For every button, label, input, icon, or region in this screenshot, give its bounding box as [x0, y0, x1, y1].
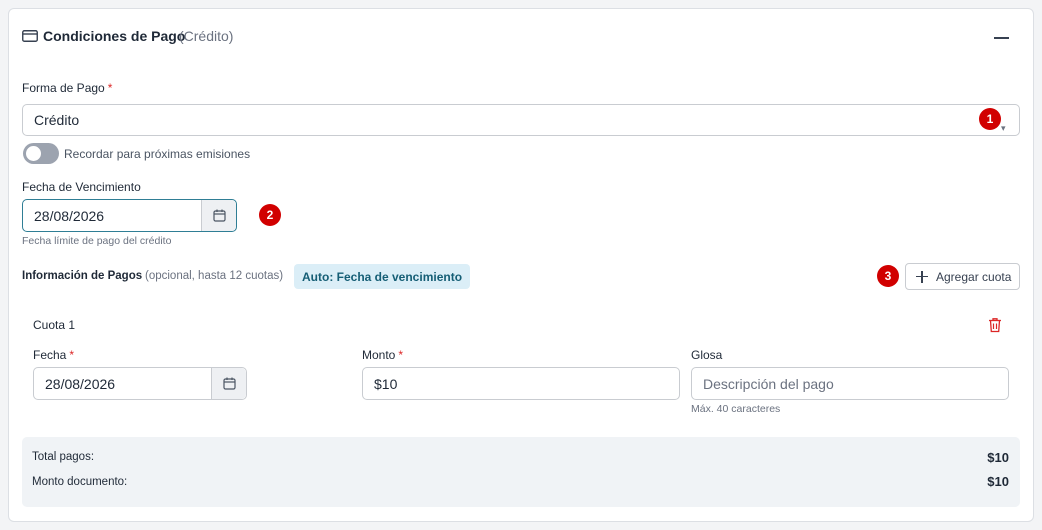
calendar-button[interactable]: [201, 200, 236, 231]
payment-conditions-card: Condiciones de Pago (Crédito) Forma de P…: [8, 8, 1034, 522]
remember-label: Recordar para próximas emisiones: [64, 147, 251, 161]
trash-icon[interactable]: [988, 317, 1002, 333]
vencimiento-date-input[interactable]: 28/08/2026: [22, 199, 237, 232]
pagos-title: Información de Pagos: [22, 270, 143, 282]
credit-card-icon: [22, 30, 38, 42]
vencimiento-hint: Fecha límite de pago del crédito: [22, 235, 172, 247]
required-mark: *: [69, 348, 75, 362]
vencimiento-label: Fecha de Vencimiento: [22, 180, 141, 194]
card-title: Condiciones de Pago: [43, 28, 186, 44]
chevron-down-icon: ▾: [1001, 123, 1006, 133]
calendar-icon: [212, 209, 226, 222]
collapse-icon[interactable]: [991, 27, 1013, 49]
required-mark: *: [398, 348, 404, 362]
cuota-fecha-label: Fecha *: [33, 348, 75, 362]
cuota-monto-label: Monto *: [362, 348, 404, 362]
add-cuota-button[interactable]: Agregar cuota: [905, 263, 1020, 290]
glosa-hint: Máx. 40 caracteres: [691, 403, 781, 415]
card-subtitle: (Crédito): [179, 28, 234, 44]
forma-pago-select[interactable]: Crédito: [22, 104, 1020, 136]
calendar-icon: [222, 377, 236, 390]
auto-date-tag: Auto: Fecha de vencimiento: [294, 264, 471, 289]
plus-icon: [916, 270, 928, 283]
totals-panel: Total pagos: $10 Monto documento: $10: [22, 437, 1020, 507]
total-pagos-value: $10: [987, 450, 1009, 465]
monto-documento-label: Monto documento:: [32, 476, 128, 488]
cuota-glosa-label: Glosa: [691, 348, 723, 362]
cuota-glosa-input[interactable]: Descripción del pago: [691, 367, 1009, 400]
total-pagos-label: Total pagos:: [32, 451, 95, 463]
step-badge-1: 1: [979, 108, 1001, 130]
pagos-subtitle: (opcional, hasta 12 cuotas): [145, 270, 284, 282]
calendar-button[interactable]: [211, 368, 246, 399]
card-header[interactable]: Condiciones de Pago (Crédito): [9, 9, 1033, 65]
forma-pago-label: Forma de Pago *: [22, 81, 113, 95]
cuota-monto-input[interactable]: $10: [362, 367, 680, 400]
step-badge-3: 3: [877, 265, 899, 287]
step-badge-2: 2: [259, 204, 281, 226]
remember-toggle[interactable]: [23, 143, 59, 164]
monto-documento-value: $10: [987, 474, 1009, 489]
required-mark: *: [107, 81, 113, 95]
cuota-date-input[interactable]: 28/08/2026: [33, 367, 247, 400]
cuota-title: Cuota 1: [33, 318, 76, 332]
